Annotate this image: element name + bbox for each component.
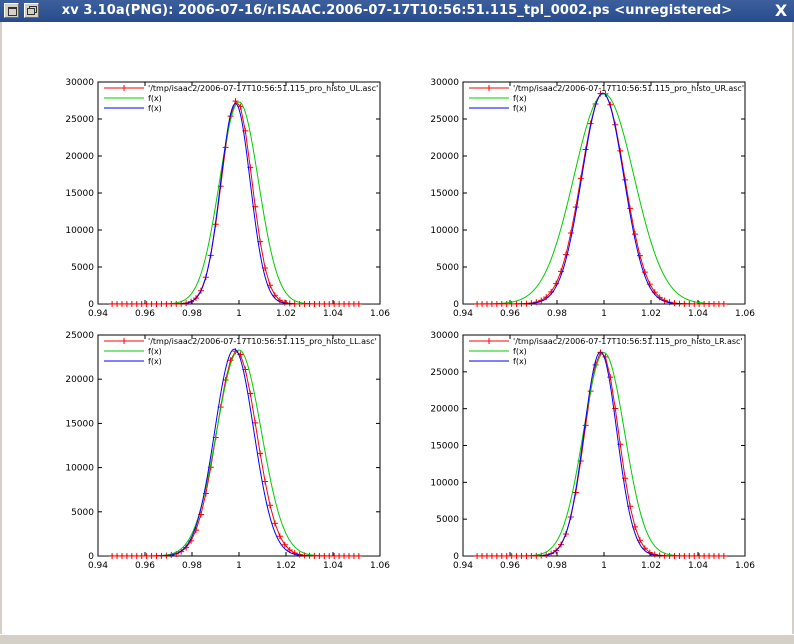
y-tick-label: 15000 [65, 419, 94, 429]
fit-curve-green [463, 93, 745, 304]
x-tick-label: 0.98 [547, 309, 567, 319]
legend-label: f(x) [513, 104, 527, 113]
x-tick-label: 1 [601, 309, 607, 319]
legend-marker [486, 85, 492, 91]
y-tick-label: 5000 [71, 263, 94, 273]
x-tick-label: 1.04 [688, 561, 708, 571]
y-tick-label: 5000 [436, 515, 459, 525]
plot-frame [462, 334, 746, 557]
chart-panel-top-right: 0500010000150002000025000300000.94 0.96 0.… [430, 78, 755, 319]
y-tick-label: 15000 [65, 189, 94, 199]
data-line [477, 351, 724, 556]
y-tick-label: 5000 [436, 263, 459, 273]
y-tick-label: 20000 [430, 152, 459, 162]
x-tick-label: 1 [236, 561, 242, 571]
chart-panel-top-left: 0500010000150002000025000300000.94 0.96 0.… [65, 78, 390, 319]
y-tick-label: 25000 [430, 115, 459, 125]
y-tick-label: 30000 [65, 78, 94, 88]
y-tick-label: 10000 [65, 226, 94, 236]
y-tick-label: 20000 [65, 152, 94, 162]
legend-label: f(x) [148, 104, 162, 113]
x-tick-label: 1.02 [276, 309, 296, 319]
y-tick-label: 30000 [430, 331, 459, 341]
y-tick-label: 25000 [65, 331, 94, 341]
x-tick-label: 0.96 [135, 561, 155, 571]
x-tick-label: 0.98 [182, 309, 202, 319]
legend-marker [486, 338, 492, 344]
plot-frame [97, 334, 381, 557]
legend-label: '/tmp/isaac2/2006-07-17T10:56:51.115_pro… [148, 337, 377, 346]
legend-label: '/tmp/isaac2/2006-07-17T10:56:51.115_pro… [148, 84, 378, 93]
legend-label: '/tmp/isaac2/2006-07-17T10:56:51.115_pro… [513, 337, 743, 346]
x-tick-label: 0.94 [88, 309, 108, 319]
y-tick-label: 15000 [430, 442, 459, 452]
y-tick-label: 25000 [430, 368, 459, 378]
plot-frame [97, 81, 381, 305]
data-line [477, 93, 724, 304]
fit-curve-blue [98, 348, 380, 556]
x-tick-label: 1.06 [370, 309, 390, 319]
fit-curve-green [463, 352, 745, 556]
data-line [112, 100, 359, 304]
chart-panel-bottom-right: 0500010000150002000025000300000.94 0.96 0.… [430, 331, 755, 571]
x-tick-label: 1 [236, 309, 242, 319]
legend-label: f(x) [148, 94, 162, 103]
x-tick-label: 1.04 [323, 309, 343, 319]
y-tick-label: 20000 [65, 375, 94, 385]
legend-label: f(x) [513, 357, 527, 366]
title-bar[interactable]: xv 3.10a(PNG): 2006-07-16/r.ISAAC.2006-0… [0, 0, 794, 22]
window-title: xv 3.10a(PNG): 2006-07-16/r.ISAAC.2006-0… [61, 3, 733, 18]
x-tick-label: 0.94 [453, 561, 473, 571]
x-tick-label: 1 [601, 561, 607, 571]
data-point [567, 230, 574, 237]
y-tick-label: 10000 [430, 226, 459, 236]
fit-curve-blue [463, 92, 745, 304]
fit-curve-green [98, 349, 380, 556]
x-tick-label: 1.02 [276, 561, 296, 571]
data-point [627, 205, 634, 212]
data-point [572, 204, 579, 211]
chart-panel-bottom-left: 05000100001500020000250000.94 0.96 0.98 1 1.… [65, 331, 390, 571]
x-tick-label: 0.94 [88, 561, 108, 571]
x-tick-label: 1.04 [323, 561, 343, 571]
y-tick-label: 25000 [65, 115, 94, 125]
y-tick-label: 15000 [430, 189, 459, 199]
legend-label: f(x) [148, 357, 162, 366]
x-tick-label: 1.02 [641, 309, 661, 319]
legend-label: f(x) [148, 347, 162, 356]
plot-frame [462, 81, 746, 305]
fit-curve-blue [98, 102, 380, 304]
y-tick-label: 5000 [71, 508, 94, 518]
x-tick-label: 0.96 [500, 561, 520, 571]
legend-label: f(x) [513, 94, 527, 103]
fit-curve-blue [463, 351, 745, 556]
legend-marker [121, 85, 127, 91]
y-tick-label: 10000 [430, 478, 459, 488]
x-tick-label: 1.06 [370, 561, 390, 571]
data-line [112, 350, 359, 556]
y-tick-label: 30000 [430, 78, 459, 88]
fit-curve-green [98, 101, 380, 304]
image-canvas[interactable]: 0 5000 10000 15000 20000 25000 30000 0.94 0.96 0.… [2, 22, 792, 634]
window-bottom-border [0, 634, 794, 644]
x-tick-label: 0.98 [547, 561, 567, 571]
x-tick-label: 1.06 [735, 309, 755, 319]
x-tick-label: 0.96 [500, 309, 520, 319]
x-tick-label: 1.04 [688, 309, 708, 319]
legend-label: f(x) [513, 347, 527, 356]
plots-svg: 0500010000150002000025000300000.94 0.96 0.… [65, 78, 755, 571]
x-tick-label: 0.98 [182, 561, 202, 571]
y-tick-label: 10000 [65, 464, 94, 474]
y-tick-label: 20000 [430, 405, 459, 415]
x-tick-label: 0.96 [135, 309, 155, 319]
x-tick-label: 0.94 [453, 309, 473, 319]
legend-marker [121, 338, 127, 344]
data-point [632, 231, 639, 238]
legend-label: '/tmp/isaac2/2006-07-17T10:56:51.115_pro… [513, 84, 744, 93]
close-icon[interactable]: X [772, 2, 790, 20]
x-tick-label: 1.02 [641, 561, 661, 571]
xv-window: xv 3.10a(PNG): 2006-07-16/r.ISAAC.2006-0… [0, 0, 794, 644]
x-tick-label: 1.06 [735, 561, 755, 571]
